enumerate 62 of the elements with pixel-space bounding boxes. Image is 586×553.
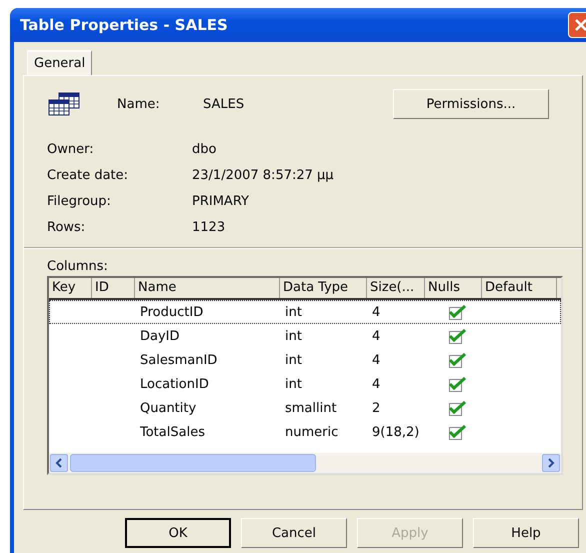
table-cell-text: 2 <box>371 400 382 416</box>
table-cell-text: int <box>284 328 303 344</box>
checkbox[interactable] <box>446 328 466 344</box>
dialog-button[interactable]: Cancel <box>241 518 347 548</box>
chevron-right-icon <box>546 458 556 468</box>
dialog-button[interactable]: OK <box>125 518 231 548</box>
table-cell-text: int <box>284 352 303 368</box>
table-row[interactable]: LocationID int 4 <box>49 372 561 396</box>
table-cell-text: Quantity <box>139 400 198 416</box>
scroll-left-button[interactable] <box>50 454 68 472</box>
table-cell-text: LocationID <box>139 376 210 392</box>
column-header[interactable]: Key <box>49 278 92 298</box>
scroll-right-button[interactable] <box>542 454 560 472</box>
property-label: Rows: <box>47 220 86 234</box>
chevron-left-icon <box>54 458 64 468</box>
property-value: PRIMARY <box>192 194 249 208</box>
column-header[interactable]: ID <box>92 278 135 298</box>
property-value: dbo <box>192 142 216 156</box>
checkbox[interactable] <box>446 424 466 440</box>
table-row[interactable]: SalesmanID int 4 <box>49 348 561 372</box>
checkbox[interactable] <box>446 400 466 416</box>
column-header[interactable]: Data Type <box>280 278 367 298</box>
column-header[interactable]: Nulls <box>425 278 482 298</box>
table-cell-text: SalesmanID <box>139 352 218 368</box>
column-header[interactable]: Name <box>135 278 280 298</box>
table-cell-text: ProductID <box>139 304 204 320</box>
table-row[interactable]: TotalSales numeric 9(18,2) <box>49 420 561 444</box>
checkbox[interactable] <box>446 352 466 368</box>
table-cell-text: int <box>284 304 303 320</box>
property-value: 23/1/2007 8:57:27 μμ <box>192 168 334 182</box>
table-icon <box>47 92 81 116</box>
property-value: 1123 <box>192 220 226 234</box>
property-label: Create date: <box>47 168 130 182</box>
name-label: Name: <box>117 96 161 112</box>
permissions-button[interactable]: Permissions... <box>393 89 549 119</box>
table-cell-text: 4 <box>371 328 382 344</box>
dialog-button[interactable]: Help <box>473 518 579 548</box>
table-cell-text: DayID <box>139 328 181 344</box>
table-row[interactable]: DayID int 4 <box>49 324 561 348</box>
column-header[interactable]: Default <box>482 278 557 298</box>
table-cell-text: TotalSales <box>139 424 206 440</box>
tab[interactable]: General <box>27 50 92 75</box>
checkbox[interactable] <box>446 304 466 320</box>
name-value: SALES <box>203 96 246 112</box>
table-cell-text: numeric <box>284 424 340 440</box>
table-cell-text: int <box>284 376 303 392</box>
table-cell-text: 9(18,2) <box>371 424 420 440</box>
table-cell-text: 4 <box>371 376 382 392</box>
scroll-thumb[interactable] <box>70 454 316 472</box>
property-label: Owner: <box>47 142 95 156</box>
column-header[interactable]: Size(... <box>367 278 425 298</box>
window-title: Table Properties - SALES <box>20 16 229 34</box>
table-cell-text: 4 <box>371 304 382 320</box>
columns-label: Columns: <box>47 259 109 274</box>
table-cell-text: 4 <box>371 352 382 368</box>
table-cell-text: smallint <box>284 400 338 416</box>
close-icon <box>573 17 586 33</box>
property-label: Filegroup: <box>47 194 112 208</box>
horizontal-scrollbar[interactable] <box>49 453 561 473</box>
table-row[interactable]: Quantity smallint 2 <box>49 396 561 420</box>
checkbox[interactable] <box>446 376 466 392</box>
table-row[interactable]: ProductID int 4 <box>49 300 561 324</box>
